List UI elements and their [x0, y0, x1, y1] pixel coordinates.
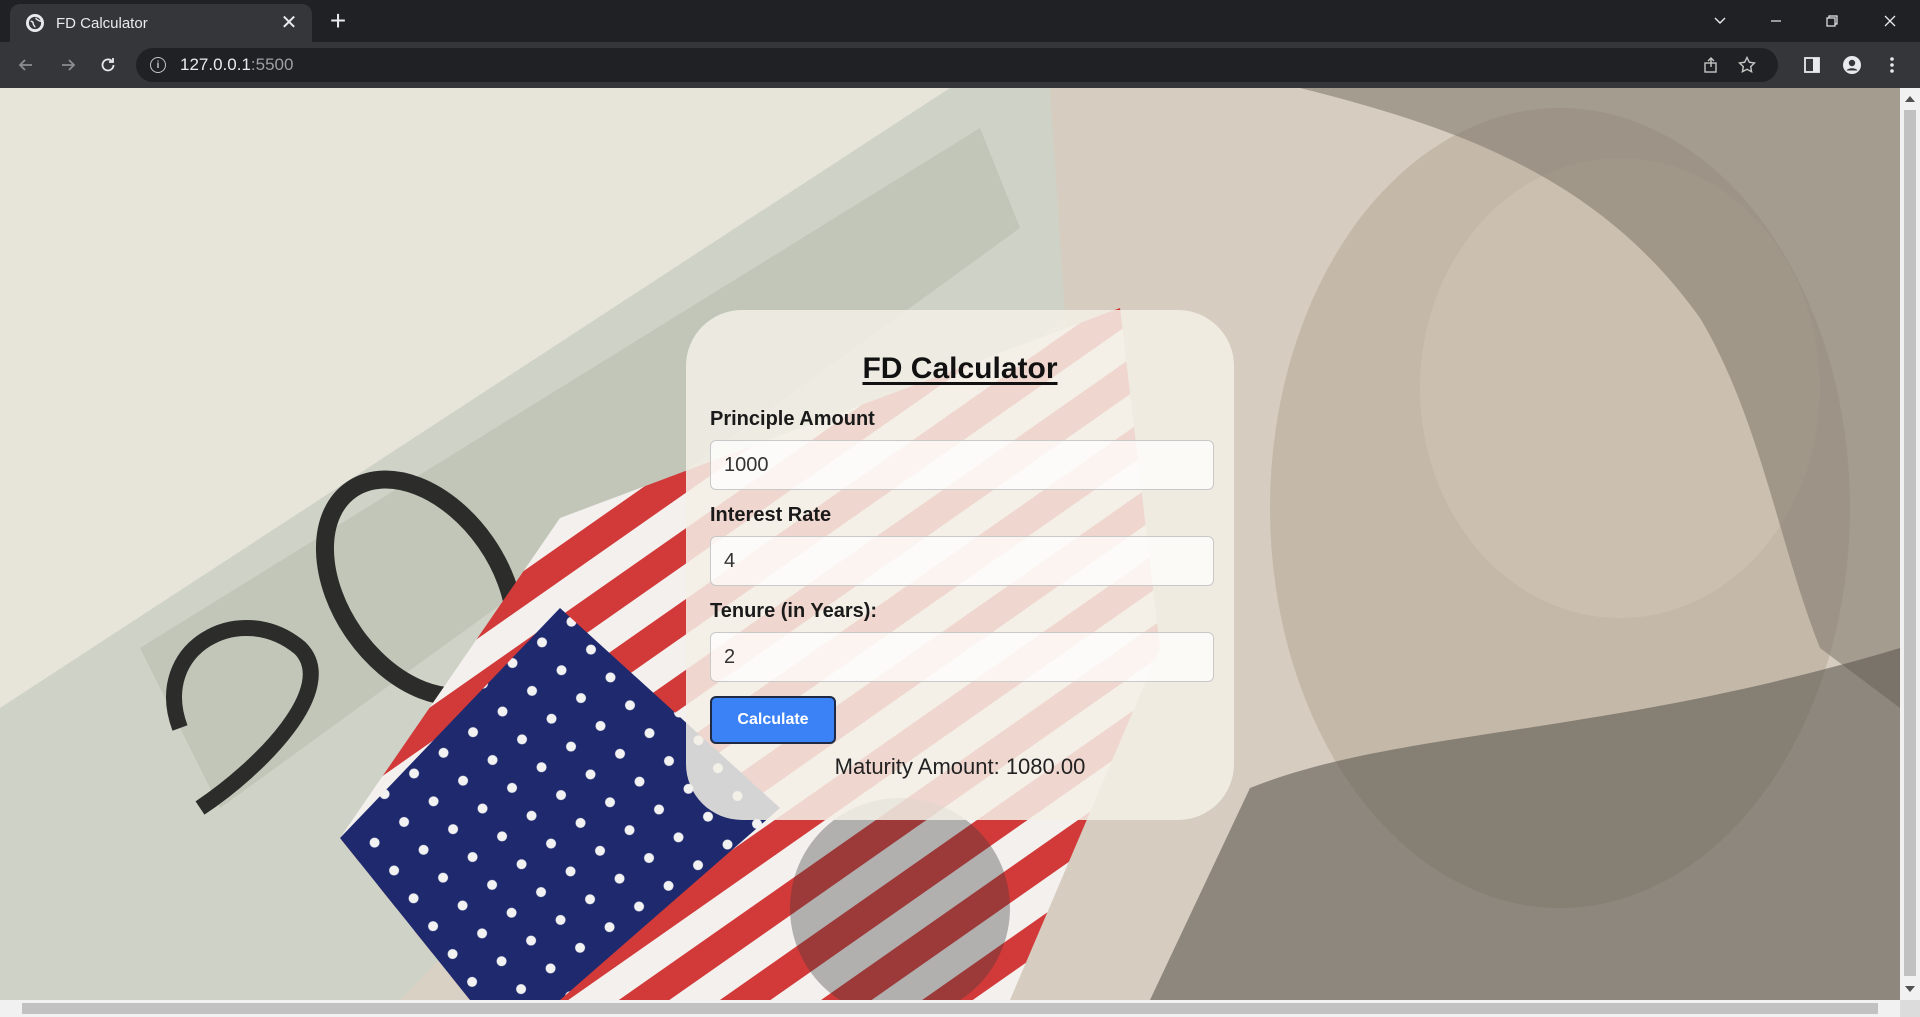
info-icon[interactable]: i [150, 57, 166, 73]
close-window-icon[interactable] [1870, 6, 1910, 36]
page-viewport: FD Calculator Principle Amount Interest … [0, 88, 1900, 1000]
horizontal-scroll-thumb[interactable] [22, 1003, 1878, 1014]
browser-tab[interactable]: FD Calculator ✕ [10, 4, 312, 42]
address-bar[interactable]: i 127.0.0.1:5500 [136, 48, 1778, 82]
interest-rate-label: Interest Rate [710, 504, 832, 526]
calculate-button[interactable]: Calculate [710, 696, 836, 744]
scrollbar-corner [1900, 1000, 1920, 1017]
calculator-title: FD Calculator [862, 352, 1058, 385]
tenure-input[interactable] [710, 632, 1214, 682]
vertical-scrollbar[interactable] [1900, 88, 1920, 1000]
reload-icon[interactable] [92, 49, 124, 81]
interest-rate-input[interactable] [710, 536, 1214, 586]
close-icon[interactable]: ✕ [278, 12, 300, 34]
fd-calculator-card: FD Calculator Principle Amount Interest … [686, 310, 1234, 820]
url-port: :5500 [250, 55, 294, 74]
globe-icon [26, 14, 44, 32]
principle-amount-input[interactable] [710, 440, 1214, 490]
forward-arrow-icon[interactable] [52, 49, 84, 81]
tenure-label: Tenure (in Years): [710, 600, 878, 622]
profile-icon[interactable] [1836, 49, 1868, 81]
chevron-down-icon[interactable] [1700, 6, 1740, 36]
browser-toolbar: i 127.0.0.1:5500 [0, 42, 1920, 88]
browser-tab-bar: FD Calculator ✕ + [0, 0, 1920, 42]
scroll-up-arrow-icon[interactable] [1905, 96, 1915, 102]
star-icon[interactable] [1730, 48, 1764, 82]
side-panel-icon[interactable] [1796, 49, 1828, 81]
minimize-icon[interactable] [1756, 6, 1796, 36]
vertical-scroll-thumb[interactable] [1904, 110, 1916, 976]
kebab-menu-icon[interactable] [1876, 49, 1908, 81]
principle-amount-label: Principle Amount [710, 408, 875, 430]
restore-icon[interactable] [1812, 6, 1852, 36]
url-host: 127.0.0.1 [180, 55, 251, 74]
maturity-amount-result: Maturity Amount: 1080.00 [834, 754, 1086, 779]
share-icon[interactable] [1694, 48, 1728, 82]
plus-icon[interactable]: + [324, 7, 352, 36]
horizontal-scrollbar[interactable] [0, 1000, 1900, 1017]
back-arrow-icon[interactable] [10, 49, 42, 81]
scroll-down-arrow-icon[interactable] [1905, 986, 1915, 992]
tab-title: FD Calculator [56, 14, 148, 32]
